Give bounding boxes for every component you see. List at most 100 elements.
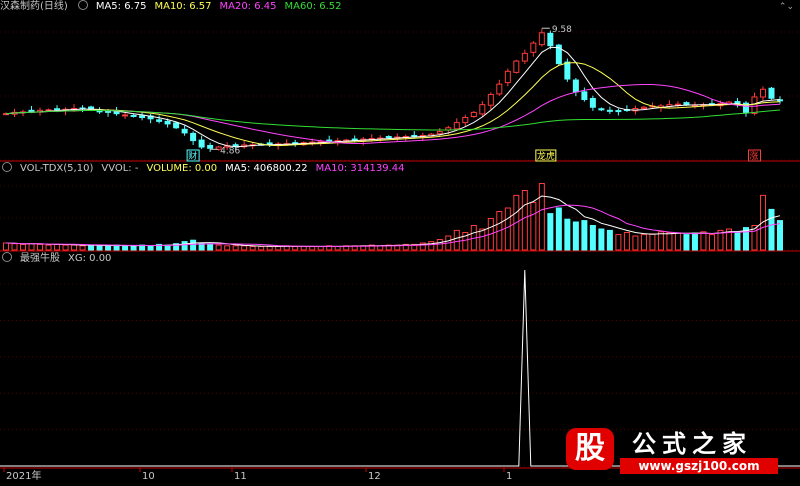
volume-bar: [258, 246, 265, 251]
candle-body: [513, 60, 520, 73]
candle-body: [139, 115, 146, 119]
ma10-line: [5, 62, 781, 147]
chart-stage: 9.58 4.86 财 龙虎 涨 2021年 10 11 12 1 汉森制药(日线) MA5: 6.…: [0, 0, 800, 482]
volume-bar: [436, 239, 443, 251]
tag-longhu: 龙虎: [537, 150, 555, 162]
x-tick-label: 10: [142, 471, 155, 482]
volume-bar: [581, 220, 588, 251]
volume-bar: [768, 208, 775, 251]
volume-bar: [572, 221, 579, 251]
volume-bar: [215, 244, 222, 251]
candle-body: [130, 114, 137, 117]
price-panel-header: 汉森制药(日线) MA5: 6.75 MA10: 6.57 MA20: 6.45 MA6…: [0, 0, 350, 14]
candle-body: [683, 102, 690, 106]
candle-body: [122, 114, 129, 117]
volume-bar: [317, 246, 324, 251]
tag-zhang: 涨: [749, 151, 758, 162]
volume-bar: [28, 243, 35, 251]
x-tick-label: 2021年: [6, 469, 41, 482]
ma5-label: MA5: 6.75: [95, 1, 147, 12]
volume-bar: [649, 233, 656, 251]
candle-body: [207, 144, 214, 149]
candle-body: [521, 52, 528, 62]
volume-panel-header: VOL-TDX(5,10) VVOL: - VOLUME: 0.00 MA5: 406…: [0, 162, 412, 176]
volume-bar: [130, 245, 137, 251]
vvol-label: VVOL: -: [101, 163, 139, 174]
candle-body: [54, 108, 61, 111]
volume-bar: [564, 218, 571, 251]
stock-name[interactable]: 汉森制药(日线): [0, 1, 68, 12]
candle-body: [640, 106, 647, 110]
volume-bar: [334, 246, 341, 251]
ma10-label: MA10: 6.57: [154, 1, 212, 12]
volume-bar: [632, 235, 639, 251]
ma5-line: [5, 46, 781, 148]
stock-chart[interactable]: 9.58 4.86 财 龙虎 涨 2021年 10 11 12 1: [0, 0, 800, 482]
ma20-line: [5, 84, 781, 144]
candle-body: [411, 134, 418, 137]
volume-bar: [734, 231, 741, 251]
candle-body: [436, 131, 443, 135]
tag-cai: 财: [188, 150, 197, 162]
settings-icon[interactable]: [77, 0, 88, 10]
volume-bar: [615, 234, 622, 251]
candle-body: [768, 87, 775, 99]
candle-body: [266, 142, 273, 145]
ma20-label: MA20: 6.45: [219, 1, 277, 12]
candle-body: [326, 139, 333, 142]
volume-bar: [530, 201, 537, 251]
volume-bar: [190, 239, 197, 251]
candle-body: [198, 139, 205, 148]
volume-bar: [292, 246, 299, 251]
volume-bar: [777, 220, 783, 251]
volume-bar: [759, 194, 766, 251]
settings-icon[interactable]: [2, 252, 12, 262]
x-tick-label: 12: [368, 471, 381, 482]
settings-icon[interactable]: [2, 162, 12, 172]
volume-bar: [224, 245, 231, 251]
volume-bar: [147, 245, 154, 251]
watermark-url: www.gszj100.com: [620, 458, 778, 474]
candle-body: [190, 132, 197, 142]
volume-bar: [122, 245, 129, 251]
candle-body: [751, 96, 758, 114]
candle-body: [504, 70, 511, 84]
volume-bar: [657, 231, 664, 251]
volume-bar: [453, 229, 460, 251]
volume-bar: [266, 246, 273, 251]
volume-bar: [479, 228, 486, 251]
candle-body: [759, 88, 766, 98]
candle-body: [589, 98, 596, 108]
candle-body: [462, 117, 469, 124]
candle-body: [385, 135, 392, 139]
volume-bar: [708, 234, 715, 251]
volume-bar: [249, 246, 256, 251]
candle-body: [156, 119, 163, 122]
candle-body: [453, 122, 460, 130]
volume-bar: [555, 207, 562, 251]
candle-body: [615, 110, 622, 113]
watermark-title: 公式之家: [632, 430, 752, 458]
volume-bar: [11, 243, 18, 251]
vol-name[interactable]: VOL-TDX(5,10): [20, 163, 93, 174]
candle-body: [538, 32, 545, 46]
volume-bar: [700, 231, 707, 251]
indicator-name[interactable]: 最强牛股: [20, 253, 60, 264]
candle-body: [105, 110, 112, 113]
volume-bar: [207, 243, 214, 251]
ma60-line: [5, 109, 781, 131]
volume-bar: [62, 244, 69, 251]
volume-bar: [683, 234, 690, 251]
candle-body: [496, 83, 503, 95]
volume-bar: [88, 244, 95, 251]
candle-body: [572, 79, 579, 93]
volume-bar: [674, 232, 681, 251]
volume-bar: [54, 243, 61, 251]
volume-bar: [241, 245, 248, 251]
volume-bar: [20, 243, 27, 251]
chevron-up-down-icon[interactable]: ⌃⌄: [779, 2, 794, 12]
volume-label: VOLUME: 0.00: [146, 163, 218, 174]
volume-bar: [623, 232, 630, 251]
volume-bar: [538, 183, 545, 251]
volume-bar: [181, 241, 188, 251]
